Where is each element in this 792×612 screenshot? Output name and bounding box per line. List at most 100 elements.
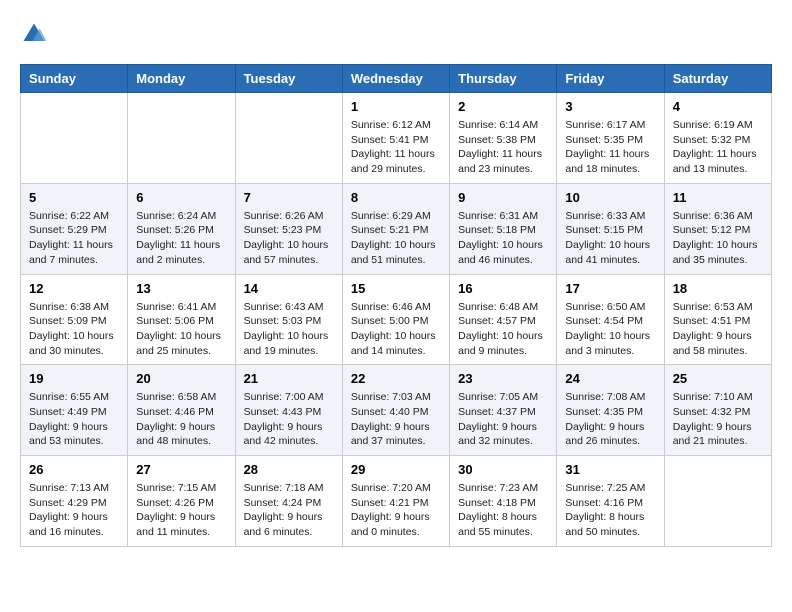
day-info: Sunrise: 6:14 AM Sunset: 5:38 PM Dayligh… (458, 118, 548, 177)
calendar-cell (664, 456, 771, 547)
day-number: 27 (136, 462, 226, 477)
calendar-cell: 17 Sunrise: 6:50 AM Sunset: 4:54 PM Dayli… (557, 274, 664, 365)
calendar-cell: 10 Sunrise: 6:33 AM Sunset: 5:15 PM Dayli… (557, 183, 664, 274)
calendar-cell: 21 Sunrise: 7:00 AM Sunset: 4:43 PM Dayli… (235, 365, 342, 456)
day-number: 21 (244, 371, 334, 386)
day-number: 20 (136, 371, 226, 386)
calendar-cell: 12 Sunrise: 6:38 AM Sunset: 5:09 PM Dayli… (21, 274, 128, 365)
day-number: 30 (458, 462, 548, 477)
day-of-week-header: Tuesday (235, 65, 342, 93)
day-info: Sunrise: 6:29 AM Sunset: 5:21 PM Dayligh… (351, 209, 441, 268)
day-number: 10 (565, 190, 655, 205)
day-number: 16 (458, 281, 548, 296)
calendar-week-row: 19 Sunrise: 6:55 AM Sunset: 4:49 PM Dayli… (21, 365, 772, 456)
calendar-cell: 13Sunrise: 6:41 AM Sunset: 5:06 PM Dayli… (128, 274, 235, 365)
day-number: 6 (136, 190, 226, 205)
calendar-cell (21, 93, 128, 184)
day-info: Sunrise: 6:33 AM Sunset: 5:15 PM Dayligh… (565, 209, 655, 268)
calendar-cell: 20 Sunrise: 6:58 AM Sunset: 4:46 PM Dayli… (128, 365, 235, 456)
day-number: 2 (458, 99, 548, 114)
day-number: 19 (29, 371, 119, 386)
day-number: 1 (351, 99, 441, 114)
day-info: Sunrise: 7:03 AM Sunset: 4:40 PM Dayligh… (351, 390, 441, 449)
calendar-cell: 11 Sunrise: 6:36 AM Sunset: 5:12 PM Dayli… (664, 183, 771, 274)
day-number: 25 (673, 371, 763, 386)
day-info: Sunrise: 6:31 AM Sunset: 5:18 PM Dayligh… (458, 209, 548, 268)
day-number: 11 (673, 190, 763, 205)
calendar-cell: 27Sunrise: 7:15 AM Sunset: 4:26 PM Dayli… (128, 456, 235, 547)
day-info: Sunrise: 6:46 AM Sunset: 5:00 PM Dayligh… (351, 300, 441, 359)
calendar-header-row: SundayMondayTuesdayWednesdayThursdayFrid… (21, 65, 772, 93)
day-info: Sunrise: 6:50 AM Sunset: 4:54 PM Dayligh… (565, 300, 655, 359)
calendar-cell: 9 Sunrise: 6:31 AM Sunset: 5:18 PM Daylig… (450, 183, 557, 274)
day-number: 9 (458, 190, 548, 205)
day-info: Sunrise: 7:00 AM Sunset: 4:43 PM Dayligh… (244, 390, 334, 449)
calendar-cell: 30 Sunrise: 7:23 AM Sunset: 4:18 PM Dayli… (450, 456, 557, 547)
calendar-week-row: 12 Sunrise: 6:38 AM Sunset: 5:09 PM Dayli… (21, 274, 772, 365)
calendar-cell: 5 Sunrise: 6:22 AM Sunset: 5:29 PM Daylig… (21, 183, 128, 274)
calendar-cell: 16 Sunrise: 6:48 AM Sunset: 4:57 PM Dayli… (450, 274, 557, 365)
calendar-cell: 14Sunrise: 6:43 AM Sunset: 5:03 PM Dayli… (235, 274, 342, 365)
calendar-cell: 18Sunrise: 6:53 AM Sunset: 4:51 PM Dayli… (664, 274, 771, 365)
calendar-cell: 24 Sunrise: 7:08 AM Sunset: 4:35 PM Dayli… (557, 365, 664, 456)
day-info: Sunrise: 7:25 AM Sunset: 4:16 PM Dayligh… (565, 481, 655, 540)
calendar-cell: 23Sunrise: 7:05 AM Sunset: 4:37 PM Dayli… (450, 365, 557, 456)
calendar-cell: 1 Sunrise: 6:12 AM Sunset: 5:41 PM Daylig… (342, 93, 449, 184)
calendar-cell: 7 Sunrise: 6:26 AM Sunset: 5:23 PM Daylig… (235, 183, 342, 274)
day-number: 12 (29, 281, 119, 296)
calendar-cell: 2 Sunrise: 6:14 AM Sunset: 5:38 PM Daylig… (450, 93, 557, 184)
day-number: 5 (29, 190, 119, 205)
day-info: Sunrise: 6:41 AM Sunset: 5:06 PM Dayligh… (136, 300, 226, 359)
day-number: 3 (565, 99, 655, 114)
day-of-week-header: Thursday (450, 65, 557, 93)
calendar-cell: 8 Sunrise: 6:29 AM Sunset: 5:21 PM Daylig… (342, 183, 449, 274)
day-info: Sunrise: 6:24 AM Sunset: 5:26 PM Dayligh… (136, 209, 226, 268)
calendar-cell: 15 Sunrise: 6:46 AM Sunset: 5:00 PM Dayli… (342, 274, 449, 365)
day-info: Sunrise: 6:26 AM Sunset: 5:23 PM Dayligh… (244, 209, 334, 268)
day-number: 17 (565, 281, 655, 296)
day-number: 26 (29, 462, 119, 477)
day-info: Sunrise: 7:05 AM Sunset: 4:37 PM Dayligh… (458, 390, 548, 449)
day-info: Sunrise: 7:20 AM Sunset: 4:21 PM Dayligh… (351, 481, 441, 540)
day-info: Sunrise: 7:10 AM Sunset: 4:32 PM Dayligh… (673, 390, 763, 449)
day-info: Sunrise: 6:58 AM Sunset: 4:46 PM Dayligh… (136, 390, 226, 449)
calendar-cell: 3Sunrise: 6:17 AM Sunset: 5:35 PM Daylig… (557, 93, 664, 184)
day-number: 31 (565, 462, 655, 477)
day-of-week-header: Friday (557, 65, 664, 93)
day-number: 7 (244, 190, 334, 205)
logo-icon (20, 20, 48, 48)
day-number: 29 (351, 462, 441, 477)
day-number: 4 (673, 99, 763, 114)
day-info: Sunrise: 6:19 AM Sunset: 5:32 PM Dayligh… (673, 118, 763, 177)
day-number: 24 (565, 371, 655, 386)
calendar-table: SundayMondayTuesdayWednesdayThursdayFrid… (20, 64, 772, 547)
day-info: Sunrise: 6:12 AM Sunset: 5:41 PM Dayligh… (351, 118, 441, 177)
day-info: Sunrise: 7:18 AM Sunset: 4:24 PM Dayligh… (244, 481, 334, 540)
day-of-week-header: Wednesday (342, 65, 449, 93)
day-info: Sunrise: 6:36 AM Sunset: 5:12 PM Dayligh… (673, 209, 763, 268)
day-info: Sunrise: 6:43 AM Sunset: 5:03 PM Dayligh… (244, 300, 334, 359)
day-info: Sunrise: 7:23 AM Sunset: 4:18 PM Dayligh… (458, 481, 548, 540)
calendar-week-row: 26Sunrise: 7:13 AM Sunset: 4:29 PM Dayli… (21, 456, 772, 547)
calendar-cell: 26Sunrise: 7:13 AM Sunset: 4:29 PM Dayli… (21, 456, 128, 547)
calendar-cell: 19 Sunrise: 6:55 AM Sunset: 4:49 PM Dayli… (21, 365, 128, 456)
calendar-cell: 28 Sunrise: 7:18 AM Sunset: 4:24 PM Dayli… (235, 456, 342, 547)
day-of-week-header: Sunday (21, 65, 128, 93)
day-number: 8 (351, 190, 441, 205)
logo (20, 20, 52, 48)
calendar-cell (235, 93, 342, 184)
calendar-cell: 29 Sunrise: 7:20 AM Sunset: 4:21 PM Dayli… (342, 456, 449, 547)
day-info: Sunrise: 6:22 AM Sunset: 5:29 PM Dayligh… (29, 209, 119, 268)
day-number: 28 (244, 462, 334, 477)
calendar-week-row: 1 Sunrise: 6:12 AM Sunset: 5:41 PM Daylig… (21, 93, 772, 184)
day-info: Sunrise: 6:38 AM Sunset: 5:09 PM Dayligh… (29, 300, 119, 359)
calendar-cell: 22Sunrise: 7:03 AM Sunset: 4:40 PM Dayli… (342, 365, 449, 456)
day-info: Sunrise: 6:55 AM Sunset: 4:49 PM Dayligh… (29, 390, 119, 449)
calendar-cell (128, 93, 235, 184)
day-info: Sunrise: 6:48 AM Sunset: 4:57 PM Dayligh… (458, 300, 548, 359)
day-info: Sunrise: 7:08 AM Sunset: 4:35 PM Dayligh… (565, 390, 655, 449)
page-header (20, 20, 772, 48)
calendar-cell: 31 Sunrise: 7:25 AM Sunset: 4:16 PM Dayli… (557, 456, 664, 547)
day-number: 15 (351, 281, 441, 296)
calendar-week-row: 5 Sunrise: 6:22 AM Sunset: 5:29 PM Daylig… (21, 183, 772, 274)
